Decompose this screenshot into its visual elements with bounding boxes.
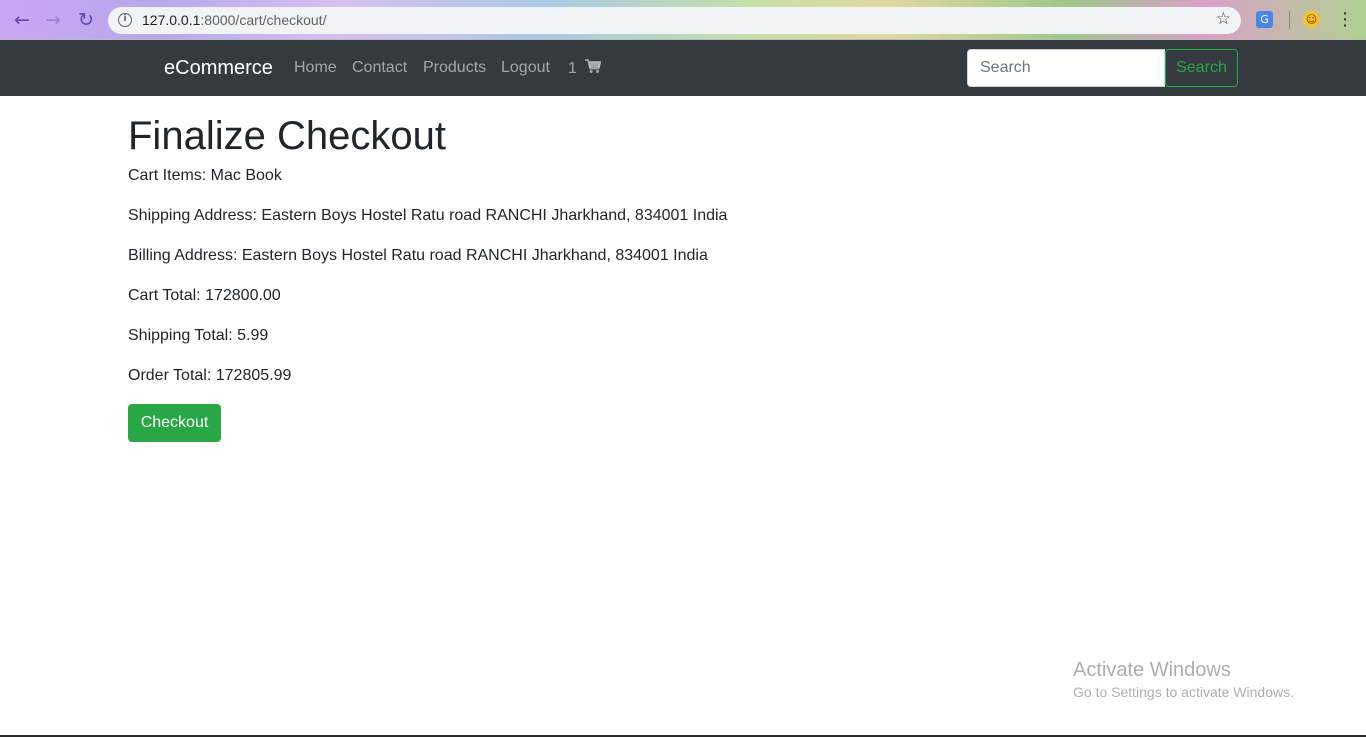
nav-link-contact[interactable]: Contact — [352, 59, 407, 77]
checkout-content: Finalize Checkout Cart Items: Mac Book S… — [128, 96, 1238, 442]
url-path: :8000/cart/checkout/ — [200, 12, 327, 28]
shipping-address-text: Shipping Address: Eastern Boys Hostel Ra… — [128, 207, 728, 224]
order-total-text: Order Total: 172805.99 — [128, 367, 292, 384]
info-icon[interactable]: i — [118, 13, 132, 27]
billing-address-text: Billing Address: Eastern Boys Hostel Rat… — [128, 247, 708, 264]
cart-link[interactable]: 1 — [568, 59, 603, 79]
forward-arrow-icon[interactable]: → — [41, 8, 65, 32]
page-title: Finalize Checkout — [128, 114, 446, 158]
nav-link-products[interactable]: Products — [423, 59, 486, 77]
toolbar-divider — [1289, 11, 1290, 29]
reload-icon[interactable]: ↻ — [74, 8, 98, 32]
avatar-icon[interactable]: ☺ — [1303, 11, 1320, 28]
shipping-total-text: Shipping Total: 5.99 — [128, 327, 269, 344]
cart-items-text: Cart Items: Mac Book — [128, 167, 282, 184]
back-arrow-icon[interactable]: ← — [10, 8, 34, 32]
star-icon[interactable]: ☆ — [1216, 9, 1231, 29]
brand-link[interactable]: eCommerce — [164, 57, 273, 80]
cart-icon — [585, 59, 603, 79]
nav-link-logout[interactable]: Logout — [501, 59, 550, 77]
watermark-subtitle: Go to Settings to activate Windows. — [1073, 684, 1294, 700]
browser-chrome: ← → ↻ i 127.0.0.1:8000/cart/checkout/ ☆ … — [0, 0, 1366, 40]
translate-icon[interactable]: G — [1256, 11, 1273, 28]
menu-dots-icon[interactable]: ⋮ — [1336, 8, 1354, 32]
checkout-button[interactable]: Checkout — [128, 404, 221, 442]
search-input[interactable] — [967, 49, 1165, 87]
nav-link-home[interactable]: Home — [294, 59, 337, 77]
cart-total-text: Cart Total: 172800.00 — [128, 287, 281, 304]
url-text[interactable]: 127.0.0.1:8000/cart/checkout/ — [142, 12, 326, 28]
search-button[interactable]: Search — [1165, 49, 1238, 87]
navbar: eCommerce Home Contact Products Logout 1… — [0, 40, 1366, 96]
watermark-title: Activate Windows — [1073, 659, 1231, 681]
url-host: 127.0.0.1 — [142, 12, 201, 28]
address-bar[interactable]: i 127.0.0.1:8000/cart/checkout/ ☆ — [108, 7, 1241, 34]
cart-count: 1 — [568, 60, 577, 77]
activate-windows-watermark: Activate Windows Go to Settings to activ… — [1073, 658, 1294, 702]
